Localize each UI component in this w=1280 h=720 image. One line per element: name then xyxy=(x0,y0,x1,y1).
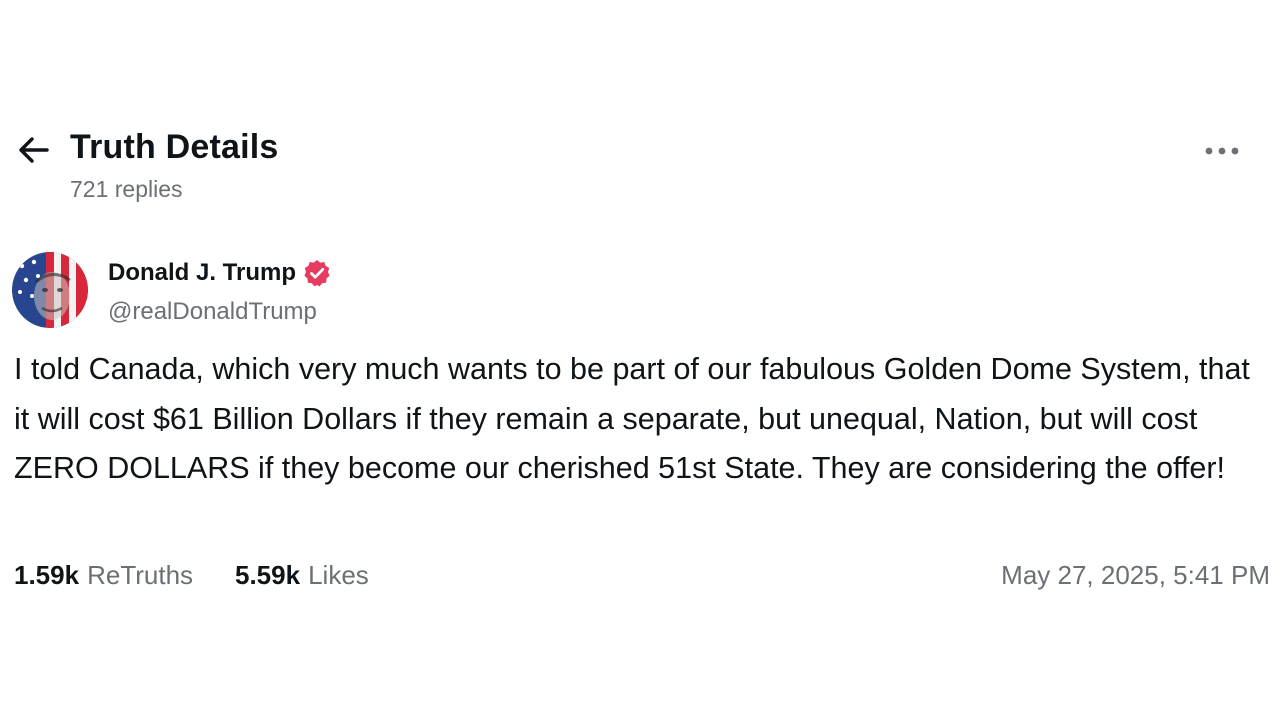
replies-count[interactable]: 721 replies xyxy=(70,176,183,203)
post-text: I told Canada, which very much wants to … xyxy=(14,352,1250,485)
post-timestamp: May 27, 2025, 5:41 PM xyxy=(1001,560,1270,590)
likes-label: Likes xyxy=(308,560,369,590)
post-author: Donald J. Trump @realDonaldTrump xyxy=(12,252,612,332)
avatar-image xyxy=(12,252,88,328)
retruths-count: 1.59k xyxy=(14,560,80,590)
avatar[interactable] xyxy=(12,252,88,328)
author-name-row: Donald J. Trump xyxy=(108,258,332,288)
arrow-left-icon xyxy=(19,137,49,163)
page-title: Truth Details xyxy=(70,128,279,166)
post-stats: 1.59k ReTruths 5.59k Likes May 27, 2025, 5… xyxy=(14,560,1270,596)
more-horizontal-icon xyxy=(1205,147,1239,155)
more-options-button[interactable] xyxy=(1202,136,1242,166)
author-name[interactable]: Donald J. Trump xyxy=(108,259,296,287)
verified-badge-icon xyxy=(302,258,332,288)
retruths-stat[interactable]: 1.59k ReTruths xyxy=(14,560,193,591)
page-header: Truth Details 721 replies xyxy=(0,118,1280,208)
retruths-label: ReTruths xyxy=(87,560,194,590)
back-button[interactable] xyxy=(14,130,54,170)
likes-count: 5.59k xyxy=(235,560,301,590)
truth-details-page: Truth Details 721 replies Donald J. Trum… xyxy=(0,0,1280,720)
author-handle[interactable]: @realDonaldTrump xyxy=(108,298,317,326)
likes-stat[interactable]: 5.59k Likes xyxy=(235,560,369,591)
